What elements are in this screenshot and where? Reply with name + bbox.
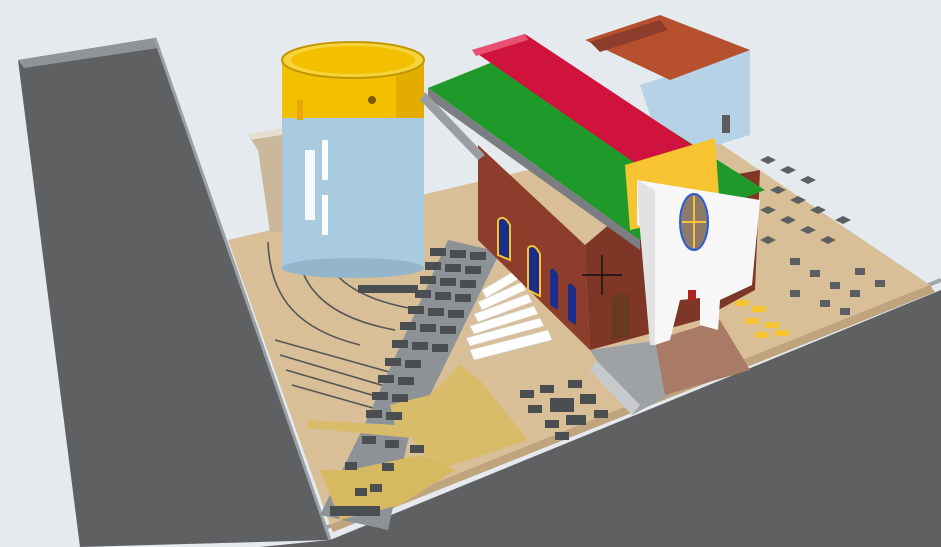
- 3d-viewport[interactable]: [0, 0, 941, 547]
- site-model[interactable]: [0, 0, 941, 547]
- cylindrical-tower: [281, 41, 425, 278]
